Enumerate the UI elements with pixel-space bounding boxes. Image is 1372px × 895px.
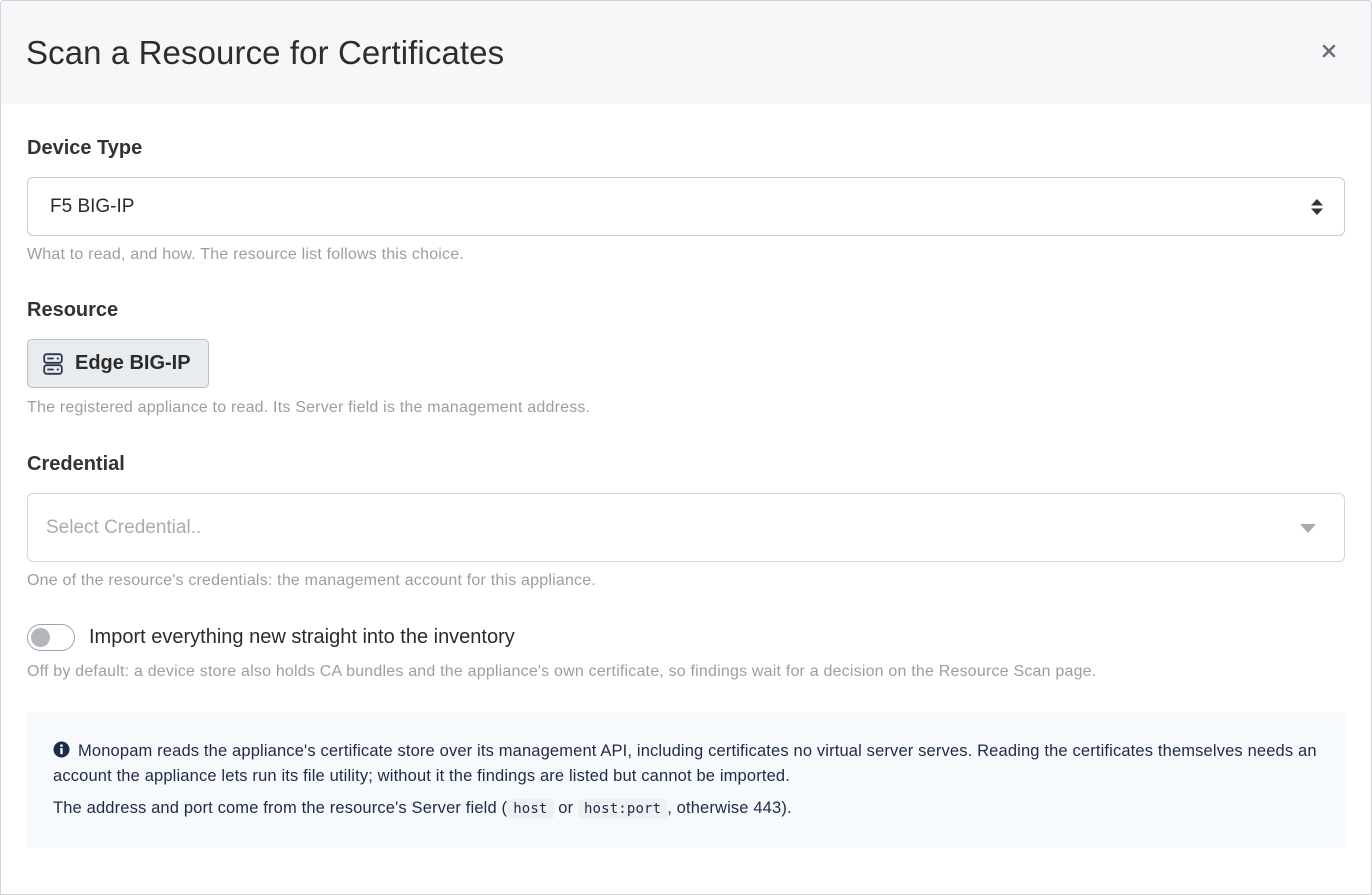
import-help: Off by default: a device store also hold…	[27, 663, 1097, 680]
chevron-down-icon	[1300, 524, 1316, 533]
info-box-wrap: Monopam reads the appliance's certificat…	[27, 712, 1345, 848]
modal-title: Scan a Resource for Certificates	[26, 33, 505, 71]
info-icon	[53, 741, 70, 758]
resource-chip[interactable]: Edge BIG-IP	[27, 339, 209, 388]
device-type-section: Device Type	[27, 137, 1345, 160]
import-toggle[interactable]	[27, 624, 75, 651]
device-type-help: What to read, and how. The resource list…	[27, 246, 465, 263]
toggle-knob	[31, 628, 50, 647]
info-paragraph-2-prefix: The address and port come from the resou…	[53, 799, 508, 817]
info-paragraph-2-suffix: , otherwise 443).	[667, 799, 792, 817]
import-toggle-row-wrap: Import everything new straight into the …	[27, 624, 1345, 651]
resource-help: The registered appliance to read. Its Se…	[27, 399, 591, 416]
credential-placeholder: Select Credential..	[46, 516, 202, 538]
server-icon	[43, 352, 63, 375]
import-toggle-label: Import everything new straight into the …	[89, 626, 515, 648]
sort-updown-icon	[1311, 199, 1323, 215]
info-or-word: or	[558, 799, 574, 817]
resource-chip-label: Edge BIG-IP	[75, 352, 191, 374]
info-box: Monopam reads the appliance's certificat…	[27, 712, 1345, 848]
import-toggle-row: Import everything new straight into the …	[27, 624, 1345, 651]
device-type-help-wrap: What to read, and how. The resource list…	[27, 246, 1345, 264]
credential-select-wrap: Select Credential..	[27, 493, 1345, 562]
modal-header: Scan a Resource for Certificates	[1, 1, 1371, 104]
info-paragraph-1: Monopam reads the appliance's certificat…	[53, 742, 1317, 785]
import-help-wrap: Off by default: a device store also hold…	[27, 663, 1345, 681]
credential-help-wrap: One of the resource's credentials: the m…	[27, 572, 1345, 590]
info-paragraph-1-wrap: Monopam reads the appliance's certificat…	[53, 739, 1319, 789]
resource-label: Resource	[27, 299, 119, 321]
device-type-select[interactable]: F5 BIG-IP	[27, 177, 1345, 236]
scan-resource-modal: Scan a Resource for Certificates Device …	[0, 0, 1372, 895]
device-type-value: F5 BIG-IP	[50, 195, 135, 217]
resource-label-wrap: Resource	[27, 299, 1345, 322]
info-paragraph-2: The address and port come from the resou…	[53, 796, 1319, 822]
close-button[interactable]	[1317, 39, 1341, 63]
device-type-label: Device Type	[27, 137, 143, 159]
resource-help-wrap: The registered appliance to read. Its Se…	[27, 399, 1345, 417]
code-host: host	[507, 799, 554, 819]
credential-help: One of the resource's credentials: the m…	[27, 572, 596, 589]
code-host-port: host:port	[577, 799, 668, 819]
credential-select[interactable]: Select Credential..	[27, 493, 1345, 562]
credential-label: Credential	[27, 453, 125, 475]
device-type-select-wrap: F5 BIG-IP	[27, 177, 1345, 236]
resource-chip-wrap: Edge BIG-IP	[27, 339, 1345, 388]
close-icon	[1322, 44, 1336, 58]
credential-label-wrap: Credential	[27, 453, 1345, 476]
